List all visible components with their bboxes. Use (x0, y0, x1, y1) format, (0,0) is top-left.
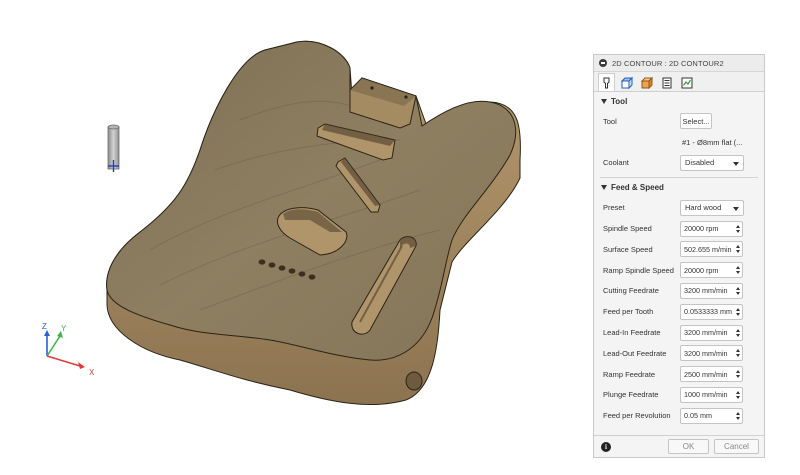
lead-in-feedrate-label: Lead-In Feedrate (603, 328, 661, 338)
tool-preview-icon (107, 124, 120, 172)
linking-tab-icon[interactable] (678, 74, 695, 91)
tool-label: Tool (603, 116, 617, 126)
feed-field-row: Ramp Feedrate 2500 mm/min (594, 364, 764, 385)
preset-label: Preset (603, 203, 625, 213)
surface-speed-label: Surface Speed (603, 244, 653, 254)
tool-row: Tool Select... (594, 111, 764, 132)
coolant-select[interactable]: Disabled (680, 154, 744, 171)
coolant-label: Coolant (603, 158, 629, 168)
spinner-arrows-icon[interactable] (734, 283, 742, 299)
feed-field-row: Feed per Tooth 0.0533333 mm (594, 301, 764, 322)
dialog-tabs (594, 72, 764, 92)
axis-x-label: X (89, 368, 95, 377)
ramp-feedrate-label: Ramp Feedrate (603, 369, 656, 379)
axis-z-label: Z (42, 322, 47, 331)
dropdown-caret-icon (733, 206, 739, 211)
feed-field-row: Surface Speed 502.655 m/min (594, 239, 764, 260)
spinner-arrows-icon[interactable] (734, 221, 742, 237)
preset-value: Hard wood (685, 203, 722, 213)
lead-out-feedrate-label: Lead-Out Feedrate (603, 348, 667, 358)
cancel-button[interactable]: Cancel (714, 439, 759, 454)
feed-per-tooth-label: Feed per Tooth (603, 307, 654, 317)
feed-field-row: Plunge Feedrate 1000 mm/min (594, 385, 764, 406)
3d-viewport[interactable]: Z Y X (0, 0, 585, 475)
axis-y-label: Y (61, 324, 67, 333)
feed-field-row: Lead-In Feedrate 3200 mm/min (594, 322, 764, 343)
feed-field-row: Lead-Out Feedrate 3200 mm/min (594, 343, 764, 364)
expand-triangle-icon (601, 185, 607, 191)
ramp-spindle-speed-label: Ramp Spindle Speed (603, 265, 674, 275)
collapse-icon[interactable] (599, 59, 607, 67)
tool-section-header[interactable]: Tool (594, 92, 764, 111)
preset-row: Preset Hard wood (594, 197, 764, 218)
dropdown-caret-icon (733, 161, 739, 166)
passes-tab-icon[interactable] (658, 74, 675, 91)
coolant-row: Coolant Disabled (594, 153, 764, 174)
spinner-arrows-icon[interactable] (734, 366, 742, 382)
preset-select[interactable]: Hard wood (680, 199, 744, 216)
spinner-arrows-icon[interactable] (734, 304, 742, 320)
info-icon[interactable]: i (601, 442, 611, 452)
heights-tab-icon[interactable] (638, 74, 655, 91)
dialog-title-bar: 2D CONTOUR : 2D CONTOUR2 (594, 55, 764, 72)
select-tool-button[interactable]: Select... (680, 113, 712, 130)
tool-section-title: Tool (611, 97, 628, 106)
ok-button[interactable]: OK (668, 439, 709, 454)
feed-per-revolution-label: Feed per Revolution (603, 411, 671, 421)
axis-triad-icon (44, 330, 85, 369)
spinner-arrows-icon[interactable] (734, 241, 742, 257)
tool-tab-icon[interactable] (598, 73, 615, 91)
dialog-title: 2D CONTOUR : 2D CONTOUR2 (612, 58, 724, 68)
geometry-tab-icon[interactable] (618, 74, 635, 91)
feed-speed-section-header[interactable]: Feed & Speed (594, 178, 764, 197)
spinner-arrows-icon[interactable] (734, 345, 742, 361)
spinner-arrows-icon[interactable] (734, 325, 742, 341)
jack-hole (405, 371, 423, 391)
spinner-arrows-icon[interactable] (734, 387, 742, 403)
guitar-body-top (106, 40, 517, 361)
feed-speed-fields: Spindle Speed 20000 rpm Surface Speed 502.6… (594, 218, 764, 426)
guitar-body-model[interactable] (0, 0, 585, 475)
feed-field-row: Ramp Spindle Speed 20000 rpm (594, 260, 764, 281)
spinner-arrows-icon[interactable] (734, 408, 742, 424)
feed-speed-section-title: Feed & Speed (611, 183, 664, 193)
feed-field-row: Feed per Revolution 0.05 mm (594, 405, 764, 426)
dialog-footer: i OK Cancel (594, 435, 764, 457)
expand-triangle-icon (601, 99, 607, 104)
tool-description-row: #1 - Ø8mm flat (... (594, 132, 764, 153)
spindle-speed-label: Spindle Speed (603, 224, 652, 234)
tool-description: #1 - Ø8mm flat (... (682, 137, 743, 147)
feed-field-row: Spindle Speed 20000 rpm (594, 218, 764, 239)
feed-field-row: Cutting Feedrate 3200 mm/min (594, 281, 764, 302)
coolant-value: Disabled (685, 158, 715, 168)
cutting-feedrate-label: Cutting Feedrate (603, 286, 659, 296)
plunge-feedrate-label: Plunge Feedrate (603, 390, 659, 400)
spinner-arrows-icon[interactable] (734, 262, 742, 278)
2d-contour-dialog: 2D CONTOUR : 2D CONTOUR2 Tool Tool Selec… (593, 54, 765, 458)
